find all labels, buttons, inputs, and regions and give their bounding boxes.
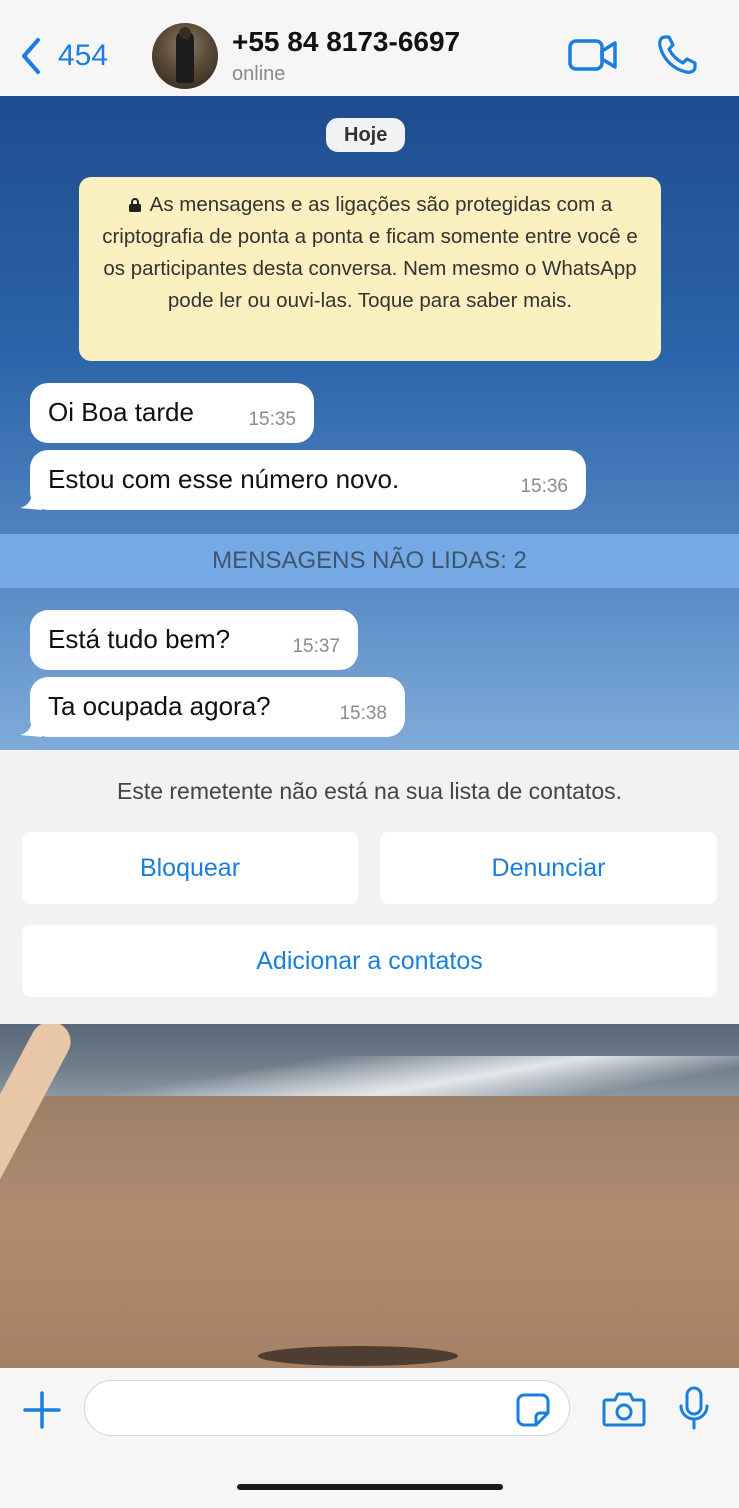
message-input-bar <box>0 1368 739 1508</box>
plus-icon[interactable] <box>22 1390 62 1430</box>
home-indicator <box>237 1484 503 1490</box>
bubble-tail <box>20 719 42 737</box>
message-time: 15:38 <box>339 703 387 724</box>
chat-header: 454 +55 84 8173-6697 online <box>0 0 739 96</box>
message-time: 15:37 <box>292 636 340 657</box>
message-input[interactable] <box>84 1380 570 1436</box>
message-text: Ta ocupada agora? <box>48 691 271 721</box>
block-button[interactable]: Bloquear <box>22 832 358 904</box>
report-button[interactable]: Denunciar <box>380 832 717 904</box>
chevron-left-icon <box>22 38 40 74</box>
unread-messages-divider: MENSAGENS NÃO LIDAS: 2 <box>0 534 739 588</box>
message-text: Está tudo bem? <box>48 624 231 654</box>
message-time: 15:36 <box>520 476 568 497</box>
phone-icon[interactable] <box>656 34 698 76</box>
bubble-tail <box>20 492 42 510</box>
message-bubble[interactable]: Está tudo bem? 15:37 <box>30 610 358 670</box>
contact-status: online <box>232 63 286 85</box>
camera-icon[interactable] <box>602 1390 646 1428</box>
message-bubble[interactable]: Estou com esse número novo. 15:36 <box>20 450 586 510</box>
message-time: 15:35 <box>248 409 296 430</box>
add-contact-button[interactable]: Adicionar a contatos <box>22 925 717 997</box>
unknown-sender-panel: Este remetente não está na sua lista de … <box>0 750 739 1024</box>
contact-avatar[interactable] <box>152 23 218 89</box>
message-text: Estou com esse número novo. <box>48 464 400 494</box>
message-bubble[interactable]: Oi Boa tarde 15:35 <box>30 383 314 443</box>
encryption-notice-text: As mensagens e as ligações são protegida… <box>102 193 638 312</box>
contact-name[interactable]: +55 84 8173-6697 <box>232 26 460 58</box>
chat-area[interactable]: Hoje As mensagens e as ligações são prot… <box>0 96 739 1368</box>
message-text: Oi Boa tarde <box>48 397 194 427</box>
encryption-notice[interactable]: As mensagens e as ligações são protegida… <box>79 177 661 361</box>
unread-chats-count: 454 <box>58 39 109 72</box>
back-button[interactable]: 454 <box>20 36 108 76</box>
microphone-icon[interactable] <box>678 1386 710 1430</box>
unknown-sender-notice: Este remetente não está na sua lista de … <box>116 778 623 804</box>
date-label: Hoje <box>326 118 406 152</box>
message-bubble[interactable]: Ta ocupada agora? 15:38 <box>20 677 405 737</box>
video-camera-icon[interactable] <box>568 36 618 74</box>
sticker-icon[interactable] <box>516 1393 550 1427</box>
lock-icon <box>128 198 141 212</box>
